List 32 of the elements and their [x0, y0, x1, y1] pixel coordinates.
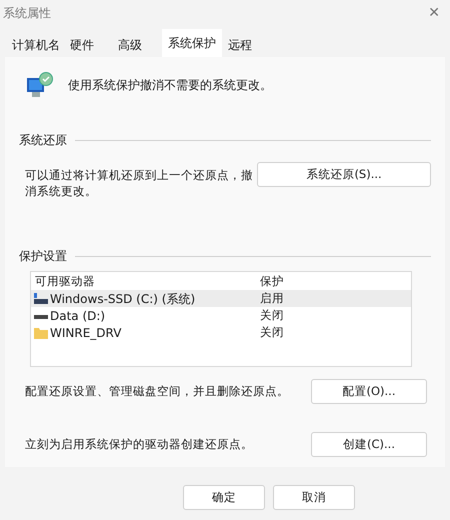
tab[interactable]: 计算机名: [8, 33, 64, 57]
tab[interactable]: 远程: [224, 33, 256, 57]
drive-name: Windows-SSD (C:) (系统): [50, 290, 196, 308]
column-header: 保护: [260, 272, 284, 290]
group-heading: 保护设置: [19, 248, 67, 265]
system-restore-button[interactable]: 系统还原(S)...: [257, 162, 431, 187]
protection-status: 关闭: [260, 306, 284, 324]
close-button[interactable]: ✕: [428, 2, 440, 24]
folder-icon: [34, 326, 48, 338]
column-header: 可用驱动器: [35, 272, 96, 290]
dialog-button[interactable]: 取消: [273, 485, 355, 510]
description-text: 可以通过将计算机还原到上一个还原点，撤消系统更改。: [25, 167, 254, 199]
action-button[interactable]: 配置(O)...: [311, 379, 427, 404]
group-heading: 系统还原: [19, 132, 67, 149]
drive-name: Data (D:): [50, 308, 106, 324]
drive-name: WINRE_DRV: [50, 324, 122, 342]
description-text: 立刻为启用系统保护的驱动器创建还原点。: [25, 436, 253, 453]
dialog-button[interactable]: 确定: [183, 485, 265, 510]
tab[interactable]: 高级: [114, 33, 146, 57]
protection-status: 关闭: [260, 324, 284, 341]
drive-row[interactable]: WINRE_DRV 关闭: [31, 324, 411, 341]
protection-status: 启用: [260, 290, 284, 307]
drive-row[interactable]: Windows-SSD (C:) (系统) 启用: [31, 290, 411, 307]
computer-shield-icon: [24, 70, 54, 100]
description-text: 配置还原设置、管理磁盘空间，并且删除还原点。: [25, 382, 289, 400]
tab[interactable]: 系统保护: [162, 29, 222, 57]
drive-icon: [34, 292, 48, 304]
window-title: 系统属性: [3, 5, 51, 22]
tab[interactable]: 硬件: [66, 33, 98, 57]
intro-text: 使用系统保护撤消不需要的系统更改。: [68, 77, 272, 94]
action-button[interactable]: 创建(C)...: [311, 432, 427, 457]
drive-row[interactable]: Data (D:) 关闭: [31, 307, 411, 324]
